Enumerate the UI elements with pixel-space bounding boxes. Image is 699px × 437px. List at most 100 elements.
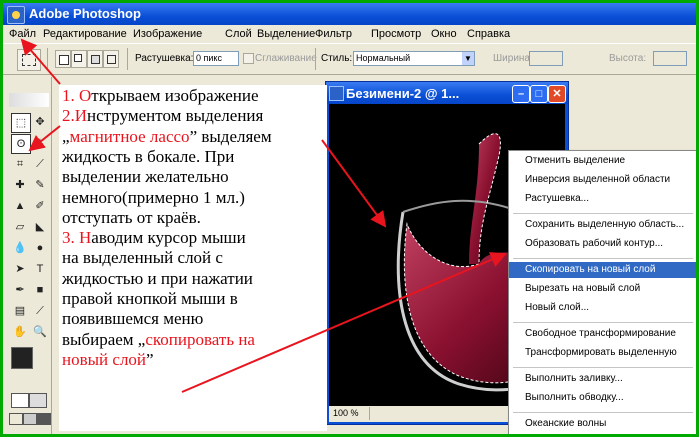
menu-item[interactable]: Редактирование (43, 28, 127, 40)
instructions-panel: 1. Открываем изображение 2.Инструментом в… (59, 85, 327, 431)
width-input[interactable] (529, 51, 563, 66)
context-menu: Отменить выделение Инверсия выделенной об… (508, 150, 696, 434)
instruction-text: появившемся меню (62, 309, 204, 329)
feather-input[interactable]: 0 пикс (193, 51, 239, 66)
menu-bar: Файл Редактирование Изображение Слой Выделен… (3, 25, 696, 43)
subtract-selection-button[interactable] (87, 50, 103, 68)
context-menu-item[interactable]: Трансформировать выделенную (509, 345, 696, 361)
instruction-text: 3. Н (62, 228, 92, 248)
instruction-text: немного(примерно 1 мл.) (62, 187, 245, 207)
intersect-selection-button[interactable] (103, 50, 119, 68)
slice-tool[interactable]: ⟋ (31, 155, 49, 173)
copy-to-new-layer-item[interactable]: Скопировать на новый слой (509, 262, 696, 278)
stamp-icon: ▲ (14, 200, 26, 212)
pen-tool[interactable]: ✒ (11, 281, 29, 299)
screen-mode-black-button[interactable] (37, 413, 51, 425)
healing-brush-icon: ✚ (15, 179, 25, 191)
screenshot-frame: Adobe Photoshop Файл Редактирование Изобра… (0, 0, 699, 437)
lasso-tool[interactable]: ʘ (11, 134, 31, 154)
document-titlebar[interactable]: Безимени-2 @ 1... – □ ✕ (326, 82, 568, 104)
type-tool[interactable]: T (31, 260, 49, 278)
context-menu-item[interactable]: Сохранить выделенную область... (509, 217, 696, 233)
instruction-text: аводим курсор мыши (91, 228, 246, 248)
menu-item[interactable]: Справка (467, 28, 510, 40)
context-menu-item[interactable]: Свободное трансформирование (509, 326, 696, 342)
path-select-tool[interactable]: ➤ (11, 260, 29, 278)
context-menu-item[interactable]: Новый слой... (509, 300, 696, 316)
screen-mode-full-button[interactable] (23, 413, 37, 425)
crop-tool[interactable]: ⌗ (11, 155, 29, 173)
move-tool[interactable]: ✥ (31, 113, 49, 131)
instruction-text: магнитное лассо (69, 126, 190, 146)
menu-item[interactable]: Просмотр (371, 28, 421, 40)
blur-tool[interactable]: 💧 (11, 239, 29, 257)
context-menu-item[interactable]: Выполнить заливку... (509, 371, 696, 387)
eraser-icon: ▱ (15, 221, 25, 233)
eraser-tool[interactable]: ▱ (11, 218, 29, 236)
notes-icon: ▤ (14, 305, 26, 317)
eyedropper-tool[interactable]: ⟋ (31, 302, 49, 320)
healing-brush-tool[interactable]: ✚ (11, 176, 29, 194)
minimize-button[interactable]: – (512, 85, 530, 103)
instruction-line: на выделенный слой с (62, 248, 223, 268)
toolbox-header (9, 93, 49, 107)
new-selection-icon (59, 55, 69, 65)
instruction-line: „магнитное лассо” выделяем (62, 127, 272, 147)
lasso-icon: ʘ (16, 138, 26, 150)
instruction-line: выбираем „скопировать на (62, 330, 255, 350)
quickmask-mode-button[interactable] (29, 393, 47, 408)
chevron-down-icon: ▼ (462, 52, 474, 65)
context-menu-item[interactable]: Океанские волны (509, 416, 696, 432)
menu-item[interactable]: Изображение (133, 28, 202, 40)
notes-tool[interactable]: ▤ (11, 302, 29, 320)
height-input[interactable] (653, 51, 687, 66)
antialias-checkbox[interactable] (243, 53, 254, 64)
instruction-text: жидкостью и при нажатии (62, 268, 253, 288)
width-label: Ширина: (493, 53, 533, 64)
instruction-line: выделении желательно (62, 167, 229, 187)
standard-mode-button[interactable] (11, 393, 29, 408)
brush-tool[interactable]: ✎ (31, 176, 49, 194)
divider (47, 48, 48, 70)
stamp-tool[interactable]: ▲ (11, 197, 29, 215)
toolbox: ⬚ ✥ ʘ ✶ ⌗ ⟋ ✚ ✎ ▲ ✐ ▱ ◣ 💧 ● ➤ T ✒ ■ ▤ ⟋ ✋ 🔍 (7, 77, 52, 434)
instruction-line: 3. Наводим курсор мыши (62, 228, 246, 248)
options-bar: Растушевка: 0 пикс Сглаживание Стиль: Но… (3, 43, 696, 75)
close-button[interactable]: ✕ (548, 85, 566, 103)
maximize-button[interactable]: □ (530, 85, 548, 103)
context-menu-item[interactable]: Образовать рабочий контур... (509, 236, 696, 252)
marquee-tool[interactable]: ⬚ (11, 113, 31, 133)
instruction-text: правой кнопкой мыши в (62, 289, 238, 308)
add-selection-button[interactable] (71, 50, 87, 68)
context-menu-item[interactable]: Инверсия выделенной области (509, 172, 696, 188)
type-icon: T (36, 263, 44, 275)
menu-item[interactable]: Слой (225, 28, 252, 40)
menu-item[interactable]: Окно (431, 28, 457, 40)
hand-tool[interactable]: ✋ (11, 323, 29, 341)
menu-separator (513, 322, 693, 323)
foreground-color-swatch[interactable] (11, 347, 33, 369)
style-select[interactable]: Нормальный ▼ (353, 51, 475, 66)
shape-tool[interactable]: ■ (31, 281, 49, 299)
menu-item[interactable]: Выделение (257, 28, 315, 40)
menu-separator (513, 367, 693, 368)
history-brush-tool[interactable]: ✐ (31, 197, 49, 215)
context-menu-item[interactable]: Растушевка... (509, 191, 696, 207)
instruction-text: на выделенный слой с (62, 248, 223, 268)
screen-mode-standard-button[interactable] (9, 413, 23, 425)
bucket-tool[interactable]: ◣ (31, 218, 49, 236)
dodge-tool[interactable]: ● (31, 239, 49, 257)
menu-item[interactable]: Файл (9, 28, 36, 40)
marquee-preset-button[interactable] (17, 49, 41, 71)
magic-wand-tool[interactable]: ✶ (31, 134, 49, 152)
zoom-tool[interactable]: 🔍 (31, 323, 49, 341)
menu-item[interactable]: Фильтр (315, 28, 352, 40)
subtract-selection-icon (91, 55, 100, 64)
style-select-value: Нормальный (356, 53, 411, 63)
height-label: Высота: (609, 53, 647, 64)
context-menu-item[interactable]: Вырезать на новый слой (509, 281, 696, 297)
context-menu-item[interactable]: Отменить выделение (509, 153, 696, 169)
context-menu-item[interactable]: Выполнить обводку... (509, 390, 696, 406)
new-selection-button[interactable] (55, 50, 71, 68)
eyedropper-icon: ⟋ (36, 305, 44, 317)
